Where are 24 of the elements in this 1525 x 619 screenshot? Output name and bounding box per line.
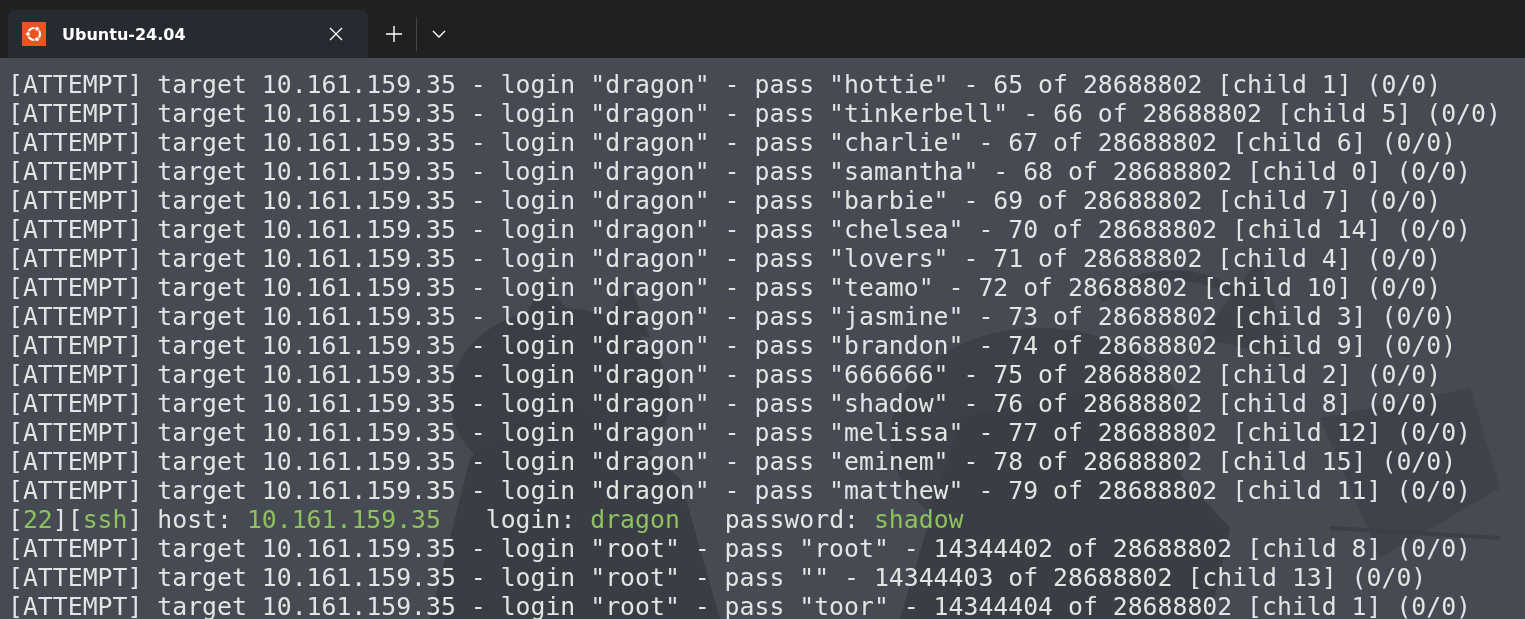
terminal-line: [ATTEMPT] target 10.161.159.35 - login "root" - pass "" - 14344403 of 28688802 [child 13] (0/0) [8,563,1427,592]
terminal-line: [ATTEMPT] target 10.161.159.35 - login "dragon" - pass "hottie" - 65 of 28688802 [child 1] (0/0) [8,70,1442,99]
terminal-line: [ATTEMPT] target 10.161.159.35 - login "dragon" - pass "eminem" - 78 of 28688802 [child 15] (0/0) [8,447,1457,476]
terminal-line: [ATTEMPT] target 10.161.159.35 - login "dragon" - pass "brandon" - 74 of 28688802 [child 9] (0/0) [8,331,1457,360]
terminal-line: [ATTEMPT] target 10.161.159.35 - login "dragon" - pass "chelsea" - 70 of 28688802 [child 14] (0/0) [8,215,1472,244]
tab-title: Ubuntu-24.04 [62,24,187,44]
terminal-line: [ATTEMPT] target 10.161.159.35 - login "dragon" - pass "charlie" - 67 of 28688802 [child 6] (0/0) [8,128,1457,157]
chevron-down-icon [432,30,446,38]
ubuntu-logo-icon [22,22,46,46]
terminal-line: [ATTEMPT] target 10.161.159.35 - login "dragon" - pass "teamo" - 72 of 28688802 [child 10] (0/0) [8,273,1442,302]
terminal-line: [ATTEMPT] target 10.161.159.35 - login "dragon" - pass "lovers" - 71 of 28688802 [child 4] (0/0) [8,244,1442,273]
terminal-line: [ATTEMPT] target 10.161.159.35 - login "dragon" - pass "jasmine" - 73 of 28688802 [child 3] (0/0) [8,302,1457,331]
close-icon [329,27,343,41]
terminal-line: [ATTEMPT] target 10.161.159.35 - login "dragon" - pass "shadow" - 76 of 28688802 [child 8] (0/0) [8,389,1442,418]
terminal-line: [ATTEMPT] target 10.161.159.35 - login "root" - pass "root" - 14344402 of 28688802 [child 8] (0/0) [8,534,1472,563]
terminal-line: [ATTEMPT] target 10.161.159.35 - login "dragon" - pass "melissa" - 77 of 28688802 [child 12] (0/0) [8,418,1472,447]
terminal-tab[interactable]: Ubuntu-24.04 [8,10,368,58]
plus-icon [386,26,402,42]
terminal-line: [22][ssh] host: 10.161.159.35 login: dragon password: shadow [8,505,964,534]
terminal-line: [ATTEMPT] target 10.161.159.35 - login "dragon" - pass "samantha" - 68 of 28688802 [child 0] (0/0) [8,157,1472,186]
terminal-line: [ATTEMPT] target 10.161.159.35 - login "dragon" - pass "matthew" - 79 of 28688802 [child 11] (0/0) [8,476,1472,505]
terminal-line: [ATTEMPT] target 10.161.159.35 - login "dragon" - pass "tinkerbell" - 66 of 28688802 [child 5] (0/0) [8,99,1501,128]
terminal-line: [ATTEMPT] target 10.161.159.35 - login "dragon" - pass "666666" - 75 of 28688802 [child 2] (0/0) [8,360,1442,389]
terminal-line: [ATTEMPT] target 10.161.159.35 - login "dragon" - pass "barbie" - 69 of 28688802 [child 7] (0/0) [8,186,1442,215]
